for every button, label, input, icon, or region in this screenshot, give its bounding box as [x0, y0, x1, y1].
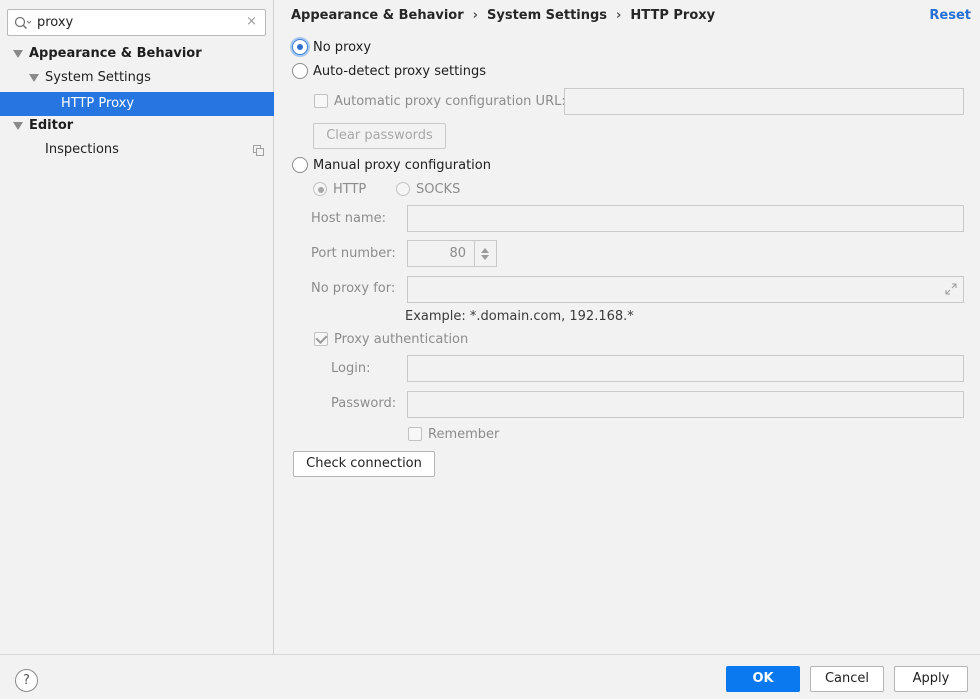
breadcrumb: Appearance & Behavior › System Settings › HT… — [291, 8, 715, 26]
tree-item-label: Appearance & Behavior — [29, 46, 202, 61]
breadcrumb-item: Appearance & Behavior — [291, 8, 464, 23]
no-proxy-for-label: No proxy for: — [311, 281, 396, 296]
reset-link[interactable]: Reset — [929, 8, 971, 23]
auto-detect-radio[interactable] — [292, 63, 308, 79]
breadcrumb-separator: › — [472, 8, 478, 23]
expand-arrow-icon[interactable] — [29, 74, 39, 82]
clear-search-icon[interactable]: × — [246, 15, 257, 29]
host-name-input[interactable] — [407, 205, 964, 232]
tree-item-http-proxy[interactable]: HTTP Proxy — [0, 92, 274, 116]
auto-detect-label[interactable]: Auto-detect proxy settings — [313, 64, 486, 79]
http-label: HTTP — [333, 182, 367, 197]
apply-button[interactable]: Apply — [894, 666, 968, 692]
no-proxy-label[interactable]: No proxy — [313, 40, 371, 55]
breadcrumb-separator: › — [616, 8, 622, 23]
auto-config-url-checkbox[interactable] — [314, 94, 328, 108]
socks-radio[interactable] — [396, 182, 410, 196]
no-proxy-radio[interactable] — [292, 39, 308, 55]
tree-item-system-settings[interactable]: System Settings — [0, 66, 274, 90]
remember-label: Remember — [428, 427, 500, 442]
tree-item-editor[interactable]: Editor — [0, 114, 274, 138]
proxy-auth-label: Proxy authentication — [334, 332, 469, 347]
expand-arrow-icon[interactable] — [13, 122, 23, 130]
project-scope-icon — [253, 145, 264, 156]
expand-arrow-icon[interactable] — [13, 50, 23, 58]
settings-sidebar: × Appearance & Behavior System Settings … — [0, 0, 274, 654]
ok-button[interactable]: OK — [726, 666, 800, 692]
port-number-value: 80 — [449, 246, 466, 261]
search-input[interactable] — [37, 13, 242, 32]
tree-item-label: HTTP Proxy — [61, 96, 135, 111]
socks-label: SOCKS — [416, 182, 461, 197]
breadcrumb-item: System Settings — [487, 8, 608, 23]
manual-proxy-radio[interactable] — [292, 157, 308, 173]
tree-item-label: System Settings — [45, 70, 151, 85]
port-number-label: Port number: — [311, 246, 396, 261]
help-button[interactable]: ? — [15, 669, 38, 692]
login-label: Login: — [331, 361, 371, 376]
tree-item-label: Inspections — [45, 142, 119, 157]
remember-checkbox[interactable] — [408, 427, 422, 441]
proxy-auth-checkbox[interactable] — [314, 332, 328, 346]
clear-passwords-button[interactable]: Clear passwords — [313, 123, 446, 149]
check-connection-button[interactable]: Check connection — [293, 451, 435, 477]
password-label: Password: — [331, 396, 397, 411]
stepper-arrows-icon[interactable] — [474, 241, 496, 266]
http-proxy-panel: Appearance & Behavior › System Settings › HT… — [275, 0, 980, 654]
search-field[interactable]: × — [7, 9, 266, 36]
no-proxy-example-text: Example: *.domain.com, 192.168.* — [405, 309, 634, 324]
manual-proxy-label[interactable]: Manual proxy configuration — [313, 158, 491, 173]
tree-item-label: Editor — [29, 118, 74, 133]
host-name-label: Host name: — [311, 211, 386, 226]
password-input[interactable] — [407, 391, 964, 418]
login-input[interactable] — [407, 355, 964, 382]
port-number-stepper[interactable]: 80 — [407, 240, 497, 267]
breadcrumb-item: HTTP Proxy — [630, 8, 716, 23]
tree-item-inspections[interactable]: Inspections — [0, 138, 274, 162]
auto-config-url-label: Automatic proxy configuration URL: — [334, 94, 566, 109]
expand-icon[interactable] — [945, 283, 957, 295]
cancel-button[interactable]: Cancel — [810, 666, 884, 692]
http-radio[interactable] — [313, 182, 327, 196]
search-icon — [14, 16, 32, 30]
tree-item-appearance-behavior[interactable]: Appearance & Behavior — [0, 42, 274, 66]
auto-config-url-input[interactable] — [564, 88, 964, 115]
no-proxy-for-input[interactable] — [407, 276, 964, 303]
dialog-footer: ? OK Cancel Apply — [0, 654, 980, 699]
